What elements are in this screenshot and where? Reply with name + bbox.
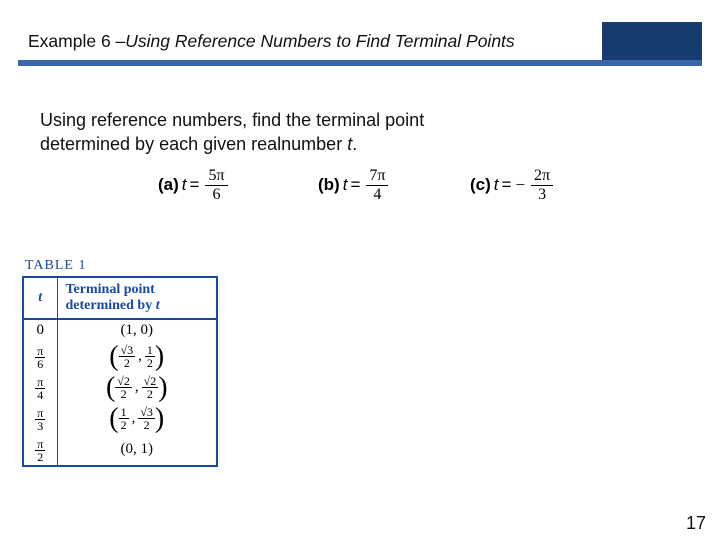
intro-text: Using reference numbers, find the termin… (40, 108, 560, 157)
t3d: 3 (37, 420, 43, 432)
table-head-tp1: Terminal point (66, 282, 155, 297)
item-a: (a) t = 5π 6 (158, 168, 228, 203)
p2yd: 2 (147, 388, 153, 400)
pair2: ( √22 , √22 ) (106, 375, 168, 400)
t-cell: 0 (23, 319, 57, 341)
item-b-eq: = (350, 175, 360, 195)
item-a-frac: 5π 6 (205, 168, 227, 203)
t-cell: π2 (23, 434, 57, 466)
table-row: π3 ( 12 , √32 ) (23, 403, 217, 434)
pair0: (1, 0) (121, 322, 154, 339)
t2-frac: π4 (35, 376, 45, 401)
p3yd: 2 (144, 419, 150, 431)
pair3: ( 12 , √32 ) (109, 406, 164, 431)
item-c-var: t (494, 175, 499, 195)
tp-cell: ( √32 , 12 ) (57, 341, 217, 372)
table-row: π6 ( √32 , 12 ) (23, 341, 217, 372)
t4d: 2 (37, 451, 43, 463)
item-c: (c) t = − 2π 3 (470, 168, 553, 203)
intro-line2a: determined by each given real (40, 134, 281, 154)
t1-frac: π6 (35, 345, 45, 370)
item-b-num: 7π (366, 168, 388, 186)
terminal-point-table-block: TABLE 1 t Terminal point determined by t… (22, 258, 272, 467)
p3yn: √3 (138, 406, 155, 419)
header-title-box: Example 6 – Using Reference Numbers to F… (18, 22, 602, 60)
t-cell: π6 (23, 341, 57, 372)
table-row: π2 (0, 1) (23, 434, 217, 466)
item-a-num: 5π (205, 168, 227, 186)
terminal-point-table: t Terminal point determined by t 0 (1, 0… (22, 276, 218, 467)
intro-line1: Using reference numbers, find the termin… (40, 110, 424, 130)
t2d: 4 (37, 389, 43, 401)
item-b-var: t (343, 175, 348, 195)
item-c-label: (c) (470, 175, 491, 195)
item-b: (b) t = 7π 4 (318, 168, 388, 203)
table-title: TABLE 1 (22, 258, 272, 274)
p1xd: 2 (124, 357, 130, 369)
p2xd: 2 (121, 388, 127, 400)
table-head-t: t (23, 277, 57, 319)
item-c-den: 3 (538, 186, 546, 203)
item-c-num: 2π (531, 168, 553, 186)
tp-cell: ( √22 , √22 ) (57, 372, 217, 403)
item-a-var: t (182, 175, 187, 195)
intro-line2b: number (281, 134, 347, 154)
table-head-tp-var: t (156, 298, 160, 313)
item-a-label: (a) (158, 175, 179, 195)
item-b-label: (b) (318, 175, 340, 195)
item-c-frac: 2π 3 (531, 168, 553, 203)
tp-cell: (1, 0) (57, 319, 217, 341)
t0: 0 (37, 322, 45, 338)
table-head-tp: Terminal point determined by t (57, 277, 217, 319)
item-a-den: 6 (212, 186, 220, 203)
page-number: 17 (686, 513, 706, 534)
p1xn: √3 (119, 344, 136, 357)
t4-frac: π2 (35, 438, 45, 463)
p2xn: √2 (115, 375, 132, 388)
table-row: π4 ( √22 , √22 ) (23, 372, 217, 403)
t-cell: π4 (23, 372, 57, 403)
p2yn: √2 (142, 375, 159, 388)
pair4: (0, 1) (121, 441, 154, 458)
intro-line2c: . (352, 134, 357, 154)
p3xn: 1 (119, 406, 129, 419)
item-c-neg: − (515, 175, 525, 195)
table-head-tp2: determined by (66, 298, 156, 313)
header-prefix: Example 6 – (28, 31, 125, 52)
table-row: 0 (1, 0) (23, 319, 217, 341)
pair1: ( √32 , 12 ) (109, 344, 164, 369)
p1yd: 2 (147, 357, 153, 369)
item-c-eq: = (502, 175, 512, 195)
item-a-eq: = (190, 175, 200, 195)
tp-cell: (0, 1) (57, 434, 217, 466)
item-b-frac: 7π 4 (366, 168, 388, 203)
p3xd: 2 (121, 419, 127, 431)
table-header-row: t Terminal point determined by t (23, 277, 217, 319)
t-cell: π3 (23, 403, 57, 434)
t3-frac: π3 (35, 407, 45, 432)
header-title: Using Reference Numbers to Find Terminal… (125, 31, 514, 52)
item-b-den: 4 (373, 186, 381, 203)
tp-cell: ( 12 , √32 ) (57, 403, 217, 434)
t1d: 6 (37, 358, 43, 370)
p1yn: 1 (145, 344, 155, 357)
